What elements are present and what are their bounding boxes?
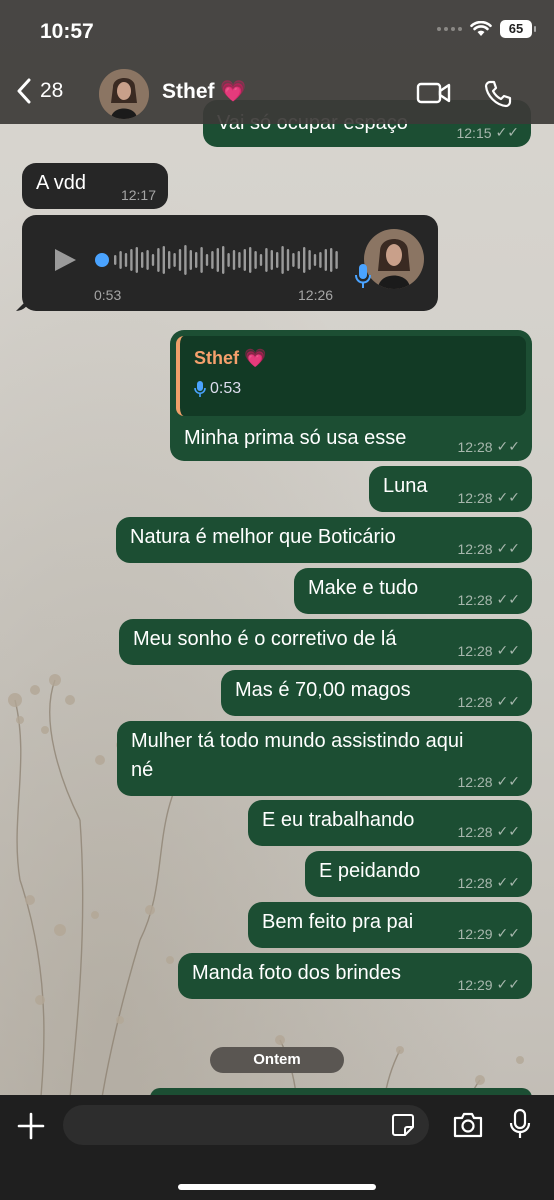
message-bubble-outgoing[interactable]: Natura é melhor que Boticário 12:28 ✓✓ bbox=[116, 517, 532, 563]
message-time: 12:28 bbox=[457, 438, 493, 455]
message-text: Bem feito pra pai bbox=[262, 911, 414, 933]
signal-icon bbox=[437, 27, 462, 31]
message-meta: 12:28 ✓✓ bbox=[457, 874, 520, 891]
message-meta: 12:15 ✓✓ bbox=[456, 124, 519, 141]
double-check-icon: ✓✓ bbox=[495, 124, 519, 140]
unread-count: 28 bbox=[40, 79, 64, 102]
back-button[interactable]: 28 bbox=[16, 78, 63, 104]
camera-icon[interactable] bbox=[452, 1111, 484, 1139]
message-meta: 12:28 ✓✓ bbox=[457, 438, 520, 455]
date-separator: Ontem bbox=[210, 1047, 344, 1073]
double-check-icon: ✓✓ bbox=[496, 591, 520, 607]
double-check-icon: ✓✓ bbox=[496, 540, 520, 556]
message-time: 12:15 bbox=[456, 124, 492, 141]
double-check-icon: ✓✓ bbox=[496, 438, 520, 454]
double-check-icon: ✓✓ bbox=[496, 823, 520, 839]
message-text: Minha prima só usa esse bbox=[184, 427, 407, 449]
message-bubble-outgoing[interactable]: E peidando 12:28 ✓✓ bbox=[305, 851, 532, 897]
sticker-icon[interactable] bbox=[391, 1113, 415, 1137]
message-bubble-outgoing[interactable]: Make e tudo 12:28 ✓✓ bbox=[294, 568, 532, 614]
message-text: E eu trabalhando bbox=[262, 809, 415, 831]
status-indicators: 65 bbox=[437, 20, 536, 38]
plus-icon[interactable] bbox=[17, 1112, 45, 1140]
message-bubble-outgoing[interactable]: Manda foto dos brindes 12:29 ✓✓ bbox=[178, 953, 532, 999]
message-meta: 12:28 ✓✓ bbox=[457, 642, 520, 659]
wifi-icon bbox=[470, 21, 492, 36]
message-time: 12:28 bbox=[457, 874, 493, 891]
double-check-icon: ✓✓ bbox=[496, 642, 520, 658]
message-bubble-outgoing[interactable]: Bem feito pra pai 12:29 ✓✓ bbox=[248, 902, 532, 948]
message-meta: 12:28 ✓✓ bbox=[457, 773, 520, 790]
message-time: 12:28 bbox=[457, 489, 493, 506]
message-bubble-outgoing[interactable]: E eu trabalhando 12:28 ✓✓ bbox=[248, 800, 532, 846]
message-text: Mas é 70,00 magos bbox=[235, 679, 411, 701]
double-check-icon: ✓✓ bbox=[496, 693, 520, 709]
message-time: 12:28 bbox=[457, 773, 493, 790]
quoted-audio-info: 0:53 bbox=[194, 380, 241, 398]
message-input[interactable] bbox=[63, 1105, 429, 1145]
message-text: Natura é melhor que Boticário bbox=[130, 526, 396, 548]
message-time: 12:17 bbox=[120, 187, 156, 203]
message-time: 12:28 bbox=[457, 591, 493, 608]
message-meta: 12:28 ✓✓ bbox=[457, 540, 520, 557]
message-meta: 12:28 ✓✓ bbox=[457, 591, 520, 608]
message-meta: 12:17 bbox=[121, 187, 156, 203]
message-time: 12:29 bbox=[457, 976, 493, 993]
message-bubble-outgoing[interactable]: Mas é 70,00 magos 12:28 ✓✓ bbox=[221, 670, 532, 716]
status-bar: 10:57 65 bbox=[0, 0, 554, 66]
contact-avatar[interactable] bbox=[99, 69, 149, 119]
message-text: Make e tudo bbox=[308, 577, 419, 599]
message-text: Luna bbox=[383, 475, 428, 497]
message-time: 12:26 bbox=[298, 287, 334, 303]
quoted-sender-name: Sthef 💗 bbox=[194, 348, 267, 368]
chat-header: 28 Sthef 💗 bbox=[0, 66, 554, 124]
home-indicator bbox=[178, 1184, 376, 1190]
play-icon[interactable] bbox=[52, 247, 78, 273]
message-time: 12:28 bbox=[457, 540, 493, 557]
message-bubble-outgoing-reply[interactable]: Sthef 💗 0:53 Minha prima só usa esse 12:… bbox=[170, 330, 532, 461]
chevron-left-icon bbox=[17, 78, 31, 104]
double-check-icon: ✓✓ bbox=[496, 925, 520, 941]
microphone-icon bbox=[355, 264, 371, 288]
message-bubble-outgoing[interactable]: Mulher tá todo mundo assistindo aqui né … bbox=[117, 721, 532, 796]
microphone-icon bbox=[194, 381, 206, 397]
double-check-icon: ✓✓ bbox=[496, 976, 520, 992]
status-time: 10:57 bbox=[40, 20, 94, 43]
contact-name[interactable]: Sthef 💗 bbox=[162, 80, 246, 104]
phone-icon[interactable] bbox=[483, 79, 513, 109]
message-text: E peidando bbox=[319, 860, 421, 882]
voice-message-incoming[interactable]: 0:53 12:26 bbox=[16, 215, 438, 311]
battery-indicator: 65 bbox=[500, 20, 536, 38]
message-time: 12:28 bbox=[457, 823, 493, 840]
message-meta: 12:28 ✓✓ bbox=[457, 693, 520, 710]
message-time: 12:28 bbox=[457, 642, 493, 659]
double-check-icon: ✓✓ bbox=[496, 874, 520, 890]
audio-position: 0:53 bbox=[94, 287, 122, 303]
message-bubble-incoming[interactable]: A vdd 12:17 bbox=[22, 163, 168, 209]
message-text: Manda foto dos brindes bbox=[192, 962, 402, 984]
message-text: Meu sonho é o corretivo de lá bbox=[133, 628, 397, 650]
message-time: 12:28 bbox=[457, 693, 493, 710]
message-text-line: né bbox=[131, 759, 154, 781]
message-meta: 12:28 ✓✓ bbox=[457, 823, 520, 840]
message-text: A vdd bbox=[36, 172, 87, 194]
video-call-icon[interactable] bbox=[416, 81, 452, 105]
message-meta: 12:29 ✓✓ bbox=[457, 925, 520, 942]
microphone-icon[interactable] bbox=[509, 1108, 531, 1140]
double-check-icon: ✓✓ bbox=[496, 489, 520, 505]
message-bubble-outgoing[interactable]: Luna 12:28 ✓✓ bbox=[369, 466, 532, 512]
audio-waveform[interactable] bbox=[92, 241, 342, 279]
message-text-line: Mulher tá todo mundo assistindo aqui bbox=[131, 730, 464, 752]
message-meta: 12:29 ✓✓ bbox=[457, 976, 520, 993]
message-meta: 12:28 ✓✓ bbox=[457, 489, 520, 506]
quoted-audio-duration: 0:53 bbox=[210, 380, 242, 397]
message-time: 12:29 bbox=[457, 925, 493, 942]
message-bubble-outgoing[interactable]: Meu sonho é o corretivo de lá 12:28 ✓✓ bbox=[119, 619, 532, 665]
quoted-message[interactable]: Sthef 💗 0:53 bbox=[176, 336, 526, 416]
sender-avatar bbox=[364, 229, 424, 289]
double-check-icon: ✓✓ bbox=[496, 773, 520, 789]
